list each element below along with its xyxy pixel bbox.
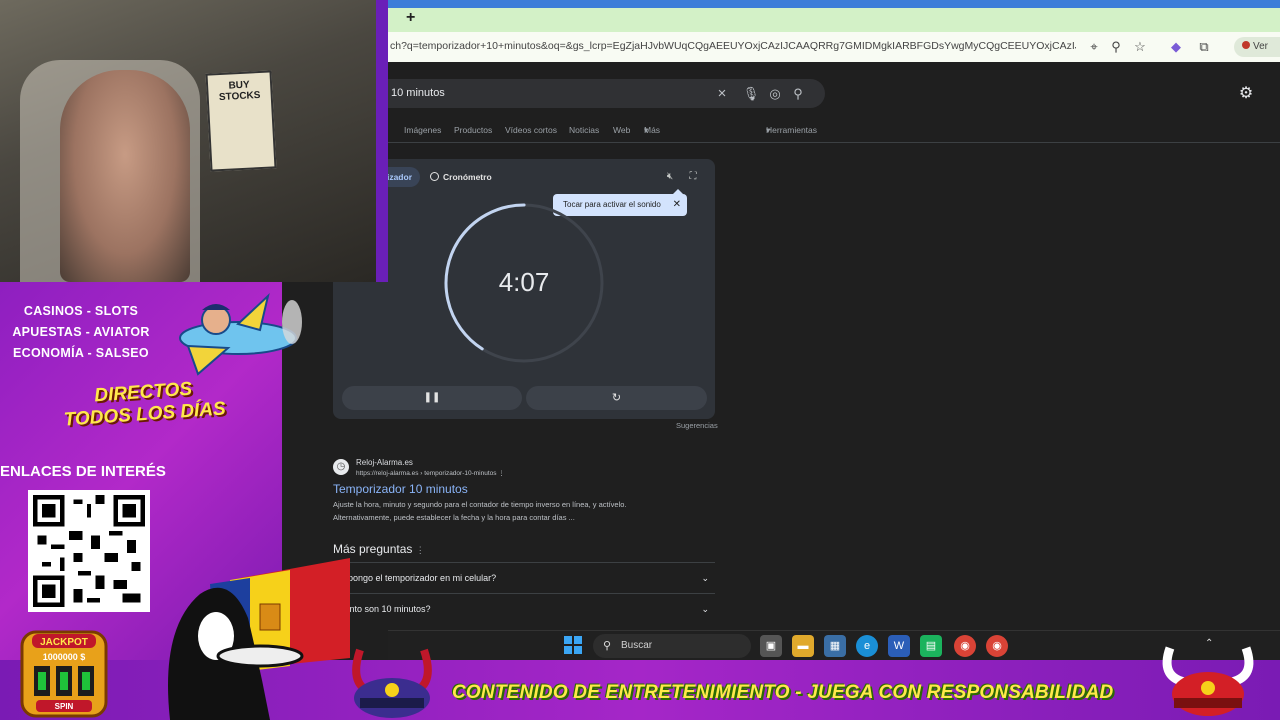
tab-cronometro-label: Cronómetro [443, 172, 492, 182]
edge-icon[interactable]: e [856, 635, 878, 657]
promo-line: APUESTAS - AVIATOR [12, 325, 150, 339]
task-view-icon[interactable]: ▣ [760, 635, 782, 657]
timer-display: 4:07 [498, 267, 550, 297]
divider [388, 142, 1280, 143]
gear-icon[interactable]: ⚙ [1236, 84, 1256, 104]
chevron-down-icon: ⌄ [701, 573, 709, 583]
viking-hat-right-graphic [1162, 646, 1254, 716]
profile-label: Ver [1253, 41, 1269, 52]
faq-item[interactable]: Cuánto son 10 minutos? ⌄ [333, 593, 715, 623]
tab-mas[interactable]: Más ▾ [644, 125, 660, 136]
qr-code[interactable] [28, 490, 150, 612]
bookmark-star-icon[interactable]: ☆ [1130, 37, 1150, 57]
chrome-icon[interactable]: ◉ [954, 635, 976, 657]
pause-icon: ❚❚ [423, 392, 441, 403]
airplane-mascot [179, 293, 302, 376]
taskbar-search-label: Buscar [621, 640, 653, 651]
new-tab-icon[interactable]: + [406, 9, 415, 27]
jackpot-label: JACKPOT [40, 637, 88, 648]
fullscreen-icon[interactable]: ⛶ [686, 170, 700, 184]
promo-line: CASINOS - SLOTS [23, 304, 139, 318]
pause-button[interactable]: ❚❚ [342, 386, 522, 410]
wall-poster: BUY STOCKS [205, 70, 277, 172]
reset-icon: ↻ [611, 392, 622, 404]
more-options-icon[interactable]: ⋮ [416, 545, 425, 555]
close-icon[interactable]: ✕ [673, 194, 681, 216]
word-icon[interactable]: W [888, 635, 910, 657]
result-site-url[interactable]: https://reloj-alarma.es › temporizador-1… [356, 469, 505, 477]
tab-productos[interactable]: Productos [454, 125, 492, 135]
poster-text: BUY STOCKS [218, 79, 261, 104]
store-icon[interactable]: ▦ [824, 635, 846, 657]
schedule-banner: DIRECTOS TODOS LOS DÍAS [43, 375, 246, 433]
tab-mas-label: Más [644, 125, 661, 135]
viking-hat-left-graphic [352, 648, 432, 718]
site-favicon-icon: ◷ [333, 459, 349, 475]
location-icon[interactable]: ⌖ [1084, 37, 1104, 57]
tools-label: Herramientas [766, 125, 818, 135]
profile-chip[interactable]: Ver [1234, 37, 1280, 57]
chrome-profile-icon[interactable]: ◉ [986, 635, 1008, 657]
search-query[interactable]: 10 minutos [391, 87, 445, 99]
tab-cronometro[interactable]: Cronómetro [430, 167, 492, 187]
tab-videos-cortos[interactable]: Vídeos cortos [505, 125, 557, 135]
search-icon: ⚲ [603, 640, 612, 652]
reset-button[interactable]: ↻ [526, 386, 707, 410]
result-snippet: Ajuste la hora, minuto y segundo para el… [333, 500, 627, 509]
links-heading: ENLACES DE INTERÉS [0, 463, 166, 480]
windows-taskbar: ⚲ Buscar ▣ ▬ ▦ e W ▤ ◉ ◉ ⌃ [388, 630, 1280, 660]
google-results-page: 10 minutos × 🎙︎ ◎ ⚲ ⚙ Imágenes Productos… [333, 62, 1280, 630]
avatar [1242, 41, 1250, 49]
media-app-icon[interactable]: ▤ [920, 635, 942, 657]
taskbar-search-input[interactable]: ⚲ Buscar [593, 634, 751, 658]
result-snippet-2: Alternativamente, puede establecer la fe… [333, 513, 575, 522]
flag-cartoon-graphic [168, 558, 350, 720]
tools-button[interactable]: Herramientas ▾ [766, 125, 817, 136]
banner-tagline: CONTENIDO DE ENTRETENIMIENTO - JUEGA CON… [452, 682, 1114, 703]
extension-icon[interactable]: ◆ [1166, 37, 1186, 57]
chevron-down-icon: ⌄ [701, 604, 709, 614]
result-url-text: https://reloj-alarma.es › temporizador-1… [356, 470, 497, 477]
file-explorer-icon[interactable]: ▬ [792, 635, 814, 657]
more-options-icon[interactable]: ⋮ [498, 470, 505, 477]
promo-line: ECONOMÍA - SALSEO [13, 346, 149, 360]
faq-item[interactable]: mo pongo el temporizador en mi celular? ⌄ [333, 562, 715, 592]
qr-pattern [33, 495, 145, 607]
mute-icon[interactable]: 🔇︎ [663, 170, 677, 184]
tab-web[interactable]: Web [613, 125, 630, 135]
tab-strip: + [388, 0, 1280, 32]
browser-window: + ch?q=temporizador+10+minutos&oq=&gs_lc… [333, 0, 1280, 630]
slot-machine-graphic: JACKPOT 1000000 $ SPIN [20, 630, 108, 718]
timer-card: izador Cronómetro 🔇︎ ⛶ Tocar para activa… [333, 159, 715, 419]
puzzle-icon[interactable]: ⧉ [1194, 37, 1214, 57]
clock-icon [430, 172, 439, 181]
stream-frame: + ch?q=temporizador+10+minutos&oq=&gs_lc… [0, 0, 1280, 720]
windows-start-icon[interactable] [564, 636, 582, 654]
search-icon[interactable]: ⚲ [788, 84, 808, 104]
zoom-icon[interactable]: ⚲ [1106, 37, 1126, 57]
feedback-link[interactable]: Sugerencias [676, 421, 718, 430]
streamer [60, 70, 190, 282]
microphone-icon[interactable]: 🎙︎ [741, 84, 761, 104]
tab-imagenes[interactable]: Imágenes [404, 125, 441, 135]
clear-icon[interactable]: × [712, 84, 732, 104]
address-bar[interactable]: ch?q=temporizador+10+minutos&oq=&gs_lcrp… [390, 40, 1076, 52]
webcam-feed: BUY STOCKS [0, 0, 388, 282]
browser-toolbar: ch?q=temporizador+10+minutos&oq=&gs_lcrp… [388, 32, 1280, 62]
jackpot-amount: 1000000 $ [43, 652, 86, 662]
tab-noticias[interactable]: Noticias [569, 125, 599, 135]
lens-icon[interactable]: ◎ [765, 84, 785, 104]
search-box[interactable]: 10 minutos × 🎙︎ ◎ ⚲ [378, 79, 825, 108]
spin-label: SPIN [55, 702, 74, 711]
result-site-name[interactable]: Reloj-Alarma.es [356, 458, 413, 467]
result-title-link[interactable]: Temporizador 10 minutos [333, 482, 468, 496]
